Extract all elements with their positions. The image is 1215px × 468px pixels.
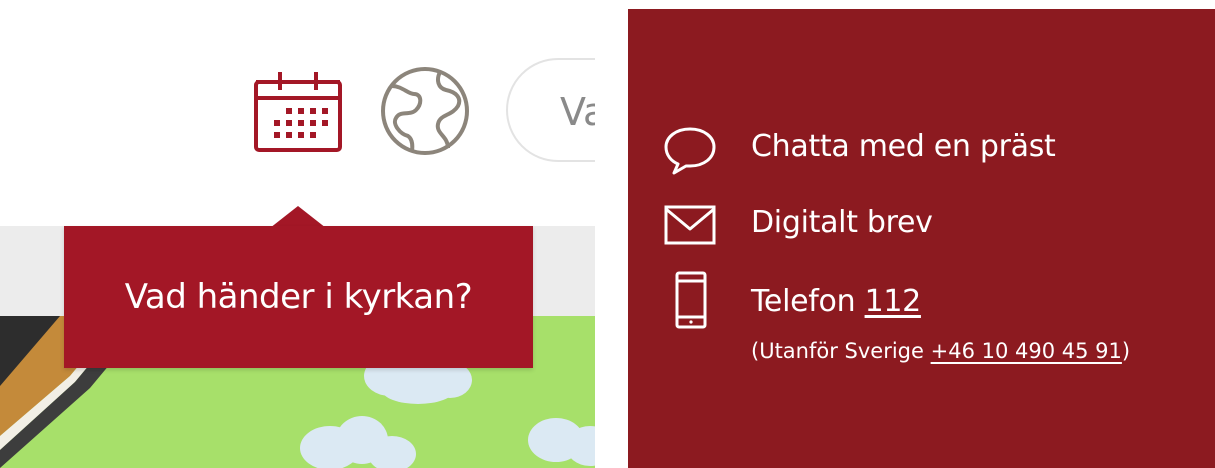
chat-bubble-icon [662,125,718,181]
abroad-phone-line: (Utanför Sverige +46 10 490 45 91) [751,339,1130,363]
search-input[interactable]: Va [506,58,595,162]
phone-number-link[interactable]: 112 [865,284,922,319]
search-placeholder: Va [560,90,595,134]
calendar-tooltip: Vad händer i kyrkan? [64,226,533,368]
letter-label: Digitalt brev [751,205,933,240]
abroad-phone-link[interactable]: +46 10 490 45 91 [931,339,1122,363]
digital-letter-link[interactable]: Digitalt brev [628,205,1215,251]
globe-icon[interactable] [378,64,472,158]
chat-with-priest-link[interactable]: Chatta med en präst [628,127,1215,175]
abroad-prefix: (Utanför Sverige [751,339,931,363]
calendar-icon[interactable] [250,68,346,154]
mobile-phone-icon [675,271,707,333]
envelope-icon [664,205,716,249]
phone-label: Telefon [751,284,856,319]
left-panel: Va Vad händer i kyrkan? [0,0,595,468]
phone-label-line: Telefon 112 [751,284,921,319]
chat-label: Chatta med en präst [751,129,1056,164]
tooltip-arrow [270,206,326,228]
contact-panel: Chatta med en präst Digitalt brev Telefo… [628,9,1215,468]
site-header: Va [0,0,595,226]
abroad-suffix: ) [1121,339,1131,363]
